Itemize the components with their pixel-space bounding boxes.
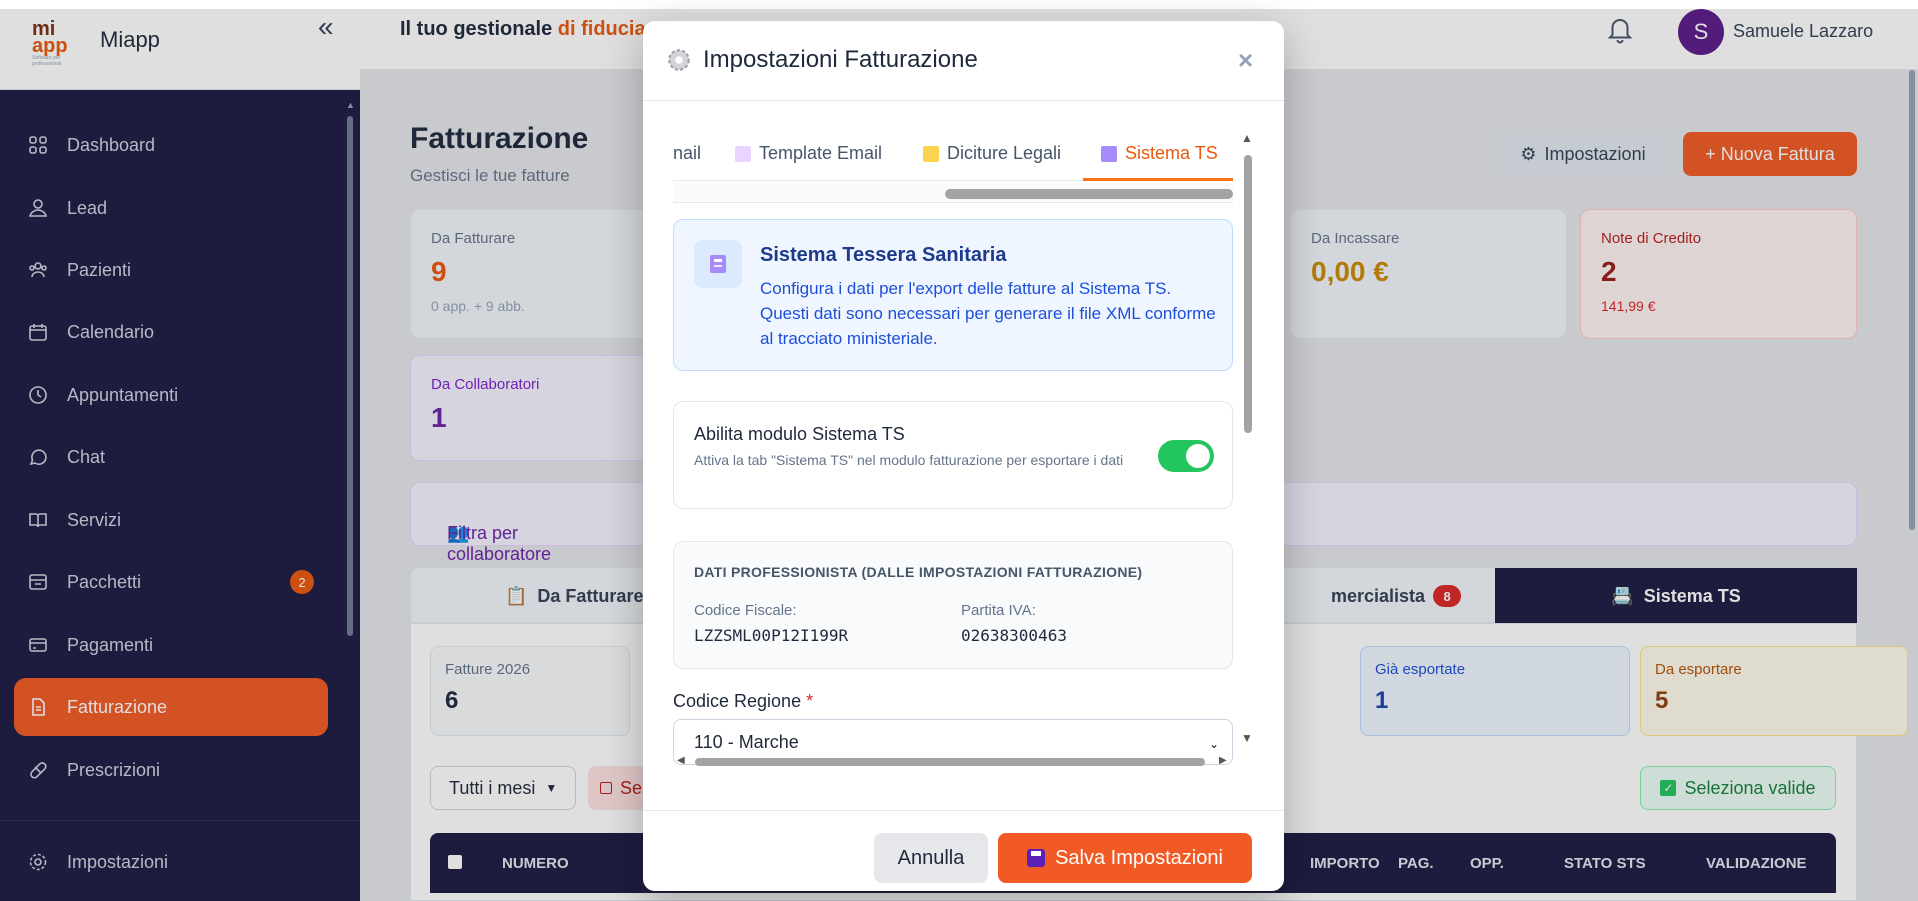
tab-label: nail <box>673 143 702 163</box>
gear-icon <box>666 47 692 78</box>
tab-sistema-ts-settings[interactable]: Sistema TS <box>1101 143 1218 164</box>
scroll-icon <box>923 145 939 162</box>
cancel-button[interactable]: Annulla <box>874 833 988 883</box>
info-description: Configura i dati per l'export delle fatt… <box>760 279 1216 348</box>
scroll-up-icon[interactable]: ▲ <box>1241 131 1253 145</box>
professional-data-card: DATI PROFESSIONISTA (DALLE IMPOSTAZIONI … <box>673 541 1233 669</box>
save-button-label: Salva Impostazioni <box>1055 846 1223 869</box>
save-settings-button[interactable]: Salva Impostazioni <box>998 833 1252 883</box>
tabs-scroll-thumb[interactable] <box>945 189 1233 199</box>
scroll-right-icon[interactable]: ▶ <box>1219 755 1227 766</box>
settings-modal: Impostazioni Fatturazione × nail Templat… <box>643 21 1284 891</box>
close-icon[interactable]: × <box>1238 45 1253 76</box>
piva-value: 02638300463 <box>961 626 1067 645</box>
tabs-scrollbar[interactable] <box>673 183 1233 203</box>
region-label: Codice Regione * <box>673 691 813 712</box>
scroll-left-icon[interactable]: ◀ <box>677 755 685 766</box>
region-scroll-thumb[interactable] <box>695 758 1205 766</box>
tab-template-email[interactable]: Template Email <box>735 143 882 164</box>
tab-diciture-legali[interactable]: Diciture Legali <box>923 143 1061 164</box>
modal-title: Impostazioni Fatturazione <box>703 46 978 73</box>
tab-email[interactable]: nail <box>673 143 701 164</box>
tab-label: Diciture Legali <box>947 143 1062 163</box>
modal-body: nail Template Email Diciture Legali Sist… <box>673 131 1254 791</box>
toggle-description: Attiva la tab "Sistema TS" nel modulo fa… <box>694 452 1124 468</box>
modal-scroll-thumb[interactable] <box>1244 155 1252 433</box>
modal-footer: Annulla Salva Impostazioni <box>643 810 1284 891</box>
toggle-knob <box>1186 444 1210 468</box>
cf-label: Codice Fiscale: <box>694 602 797 619</box>
window-top-strip <box>0 0 1918 9</box>
cf-value: LZZSML00P12I199R <box>694 626 849 645</box>
region-label-text: Codice Regione <box>673 691 802 711</box>
required-marker: * <box>806 691 814 711</box>
info-title: Sistema Tessera Sanitaria <box>760 244 1007 266</box>
card-icon <box>694 240 742 288</box>
info-box: Sistema Tessera Sanitaria Configura i da… <box>673 219 1233 371</box>
region-select-value: 110 - Marche <box>694 732 799 752</box>
mail-icon <box>735 145 751 162</box>
modal-tabs: nail Template Email Diciture Legali Sist… <box>673 131 1233 181</box>
tab-label: Template Email <box>759 143 883 163</box>
piva-label: Partita IVA: <box>961 602 1036 619</box>
active-tab-indicator <box>1083 178 1233 181</box>
enable-sistema-ts-toggle[interactable] <box>1158 440 1214 472</box>
prof-header: DATI PROFESSIONISTA (DALLE IMPOSTAZIONI … <box>694 564 1143 580</box>
card-icon <box>1101 145 1117 162</box>
floppy-disk-icon <box>1027 849 1046 867</box>
tab-label: Sistema TS <box>1125 143 1218 163</box>
toggle-title: Abilita modulo Sistema TS <box>694 424 905 444</box>
modal-header: Impostazioni Fatturazione × <box>643 21 1284 101</box>
region-scrollbar[interactable]: ◀ ▶ <box>673 753 1233 769</box>
chevron-down-icon[interactable]: ⌄ <box>1209 737 1219 751</box>
enable-module-card: Abilita modulo Sistema TS Attiva la tab … <box>673 401 1233 509</box>
scroll-down-icon[interactable]: ▼ <box>1241 731 1253 745</box>
